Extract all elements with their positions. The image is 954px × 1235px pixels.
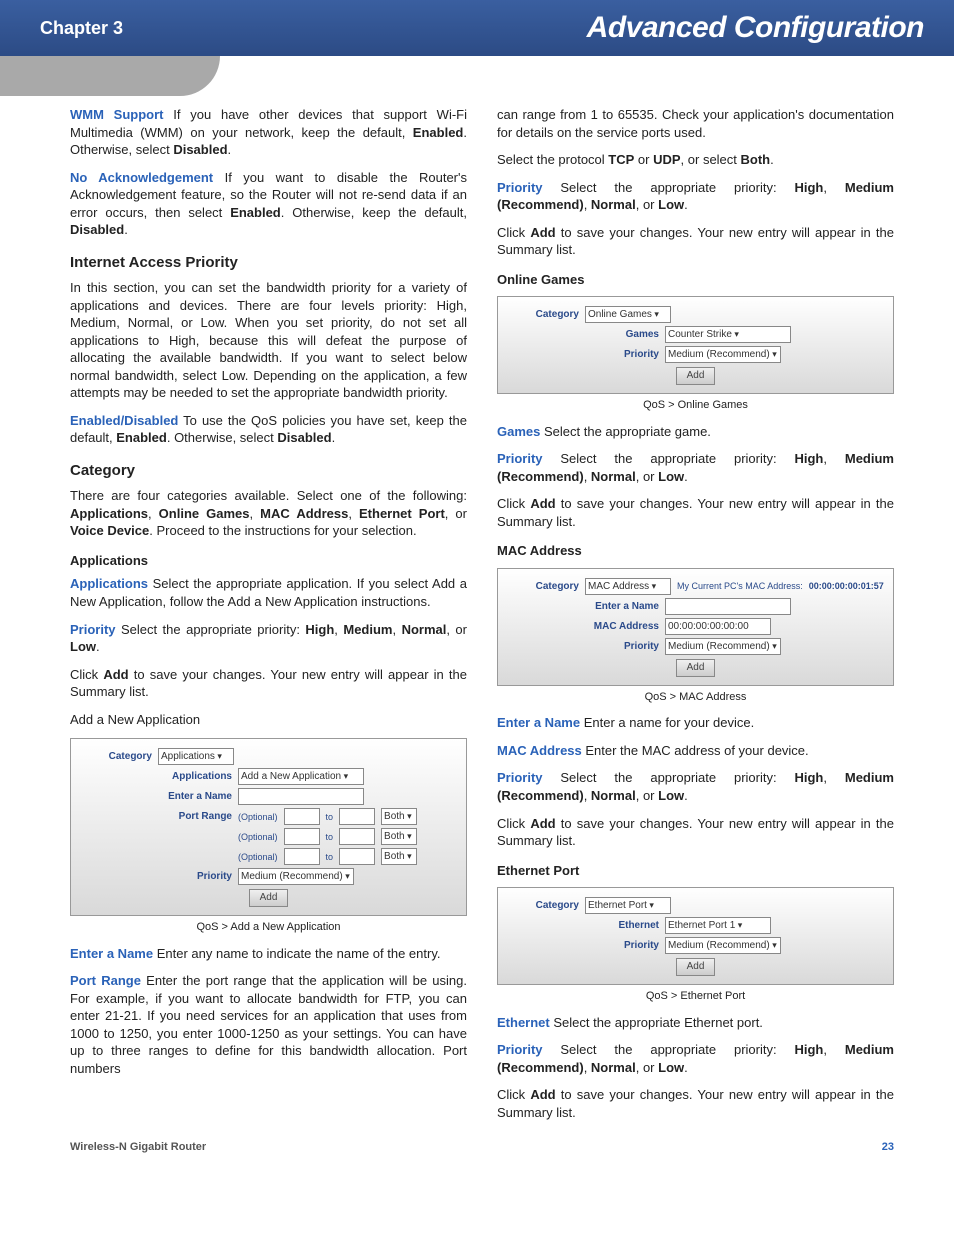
ethernet-para: Ethernet Select the appropriate Ethernet… <box>497 1014 894 1032</box>
add-para-5: Click Add to save your changes. Your new… <box>497 1086 894 1121</box>
add-button[interactable]: Add <box>676 958 716 976</box>
add-para-3: Click Add to save your changes. Your new… <box>497 495 894 530</box>
priority-para-3: Priority Select the appropriate priority… <box>497 450 894 485</box>
applications-para: Applications Select the appropriate appl… <box>70 575 467 610</box>
content-columns: WMM Support If you have other devices th… <box>0 96 954 1131</box>
enter-name-para-1: Enter a Name Enter any name to indicate … <box>70 945 467 963</box>
add-button[interactable]: Add <box>249 889 289 907</box>
heading-category: Category <box>70 461 467 481</box>
product-name: Wireless-N Gigabit Router <box>70 1141 206 1153</box>
add-new-app-label: Add a New Application <box>70 711 467 729</box>
heading-mac-address: MAC Address <box>497 542 894 560</box>
priority-para-5: Priority Select the appropriate priority… <box>497 1041 894 1076</box>
priority-para-4: Priority Select the appropriate priority… <box>497 769 894 804</box>
heading-online-games: Online Games <box>497 271 894 289</box>
page-number: 23 <box>882 1141 894 1153</box>
page-title: Advanced Configuration <box>587 11 924 45</box>
priority-para-2: Priority Select the appropriate priority… <box>497 179 894 214</box>
figure-ethernet-port: CategoryEthernet Port EthernetEthernet P… <box>497 887 894 1003</box>
noack-para: No Acknowledgement If you want to disabl… <box>70 169 467 239</box>
figure-caption-1: QoS > Add a New Application <box>70 920 467 935</box>
port-range-cont: can range from 1 to 65535. Check your ap… <box>497 106 894 141</box>
figure-online-games: CategoryOnline Games GamesCounter Strike… <box>497 296 894 412</box>
page-header: Chapter 3 Advanced Configuration <box>0 0 954 56</box>
add-para-4: Click Add to save your changes. Your new… <box>497 815 894 850</box>
chapter-label: Chapter 3 <box>40 18 123 39</box>
figure-caption-3: QoS > MAC Address <box>497 690 894 705</box>
figure-caption-4: QoS > Ethernet Port <box>497 989 894 1004</box>
figure-caption-2: QoS > Online Games <box>497 398 894 413</box>
protocol-para: Select the protocol TCP or UDP, or selec… <box>497 151 894 169</box>
heading-applications: Applications <box>70 552 467 570</box>
port-range-para: Port Range Enter the port range that the… <box>70 972 467 1077</box>
category-para: There are four categories available. Sel… <box>70 487 467 540</box>
add-para-1: Click Add to save your changes. Your new… <box>70 666 467 701</box>
header-curve <box>0 56 954 96</box>
add-para-2: Click Add to save your changes. Your new… <box>497 224 894 259</box>
add-button[interactable]: Add <box>676 659 716 677</box>
enabled-disabled-para: Enabled/Disabled To use the QoS policies… <box>70 412 467 447</box>
heading-ethernet-port: Ethernet Port <box>497 862 894 880</box>
mac-para: MAC Address Enter the MAC address of you… <box>497 742 894 760</box>
wmm-para: WMM Support If you have other devices th… <box>70 106 467 159</box>
iap-para: In this section, you can set the bandwid… <box>70 279 467 402</box>
figure-add-new-application: CategoryApplications ApplicationsAdd a N… <box>70 738 467 934</box>
page-footer: Wireless-N Gigabit Router 23 <box>0 1131 954 1173</box>
figure-mac-address: CategoryMAC Address My Current PC's MAC … <box>497 568 894 704</box>
priority-para-1: Priority Select the appropriate priority… <box>70 621 467 656</box>
heading-iap: Internet Access Priority <box>70 253 467 273</box>
add-button[interactable]: Add <box>676 367 716 385</box>
enter-name-para-2: Enter a Name Enter a name for your devic… <box>497 714 894 732</box>
games-para: Games Select the appropriate game. <box>497 423 894 441</box>
